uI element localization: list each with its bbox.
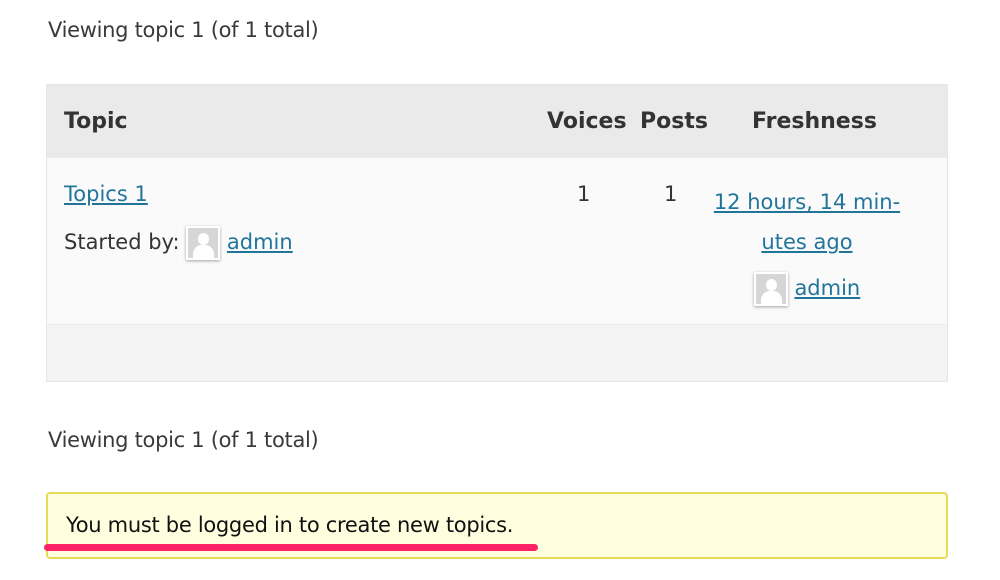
table-row: Topics 1 Started by: admin 1 1 12 hours,… xyxy=(47,158,947,325)
header-topic: Topic xyxy=(64,109,128,134)
last-author-link[interactable]: admin xyxy=(794,276,860,300)
pagination-count-top: Viewing topic 1 (of 1 total) xyxy=(48,18,319,42)
table-header: Topic Voices Posts Freshness xyxy=(47,85,947,158)
header-voices: Voices xyxy=(547,109,627,134)
notice-text: You must be logged in to create new topi… xyxy=(66,513,514,537)
pagination-count-bottom: Viewing topic 1 (of 1 total) xyxy=(48,428,319,452)
freshness-link[interactable]: 12 hours, 14 min-utes ago xyxy=(714,190,900,254)
started-by-label: Started by: xyxy=(64,230,180,254)
author-link[interactable]: admin xyxy=(227,230,293,254)
posts-count: 1 xyxy=(664,182,678,206)
header-posts: Posts xyxy=(640,109,708,134)
topic-title-link[interactable]: Topics 1 xyxy=(64,182,148,206)
highlight-underline xyxy=(44,544,538,551)
last-author-avatar[interactable] xyxy=(753,272,788,306)
voices-count: 1 xyxy=(577,182,591,206)
author-avatar[interactable] xyxy=(186,226,221,260)
header-freshness: Freshness xyxy=(752,109,877,134)
topics-table: Topic Voices Posts Freshness Topics 1 St… xyxy=(46,84,948,382)
